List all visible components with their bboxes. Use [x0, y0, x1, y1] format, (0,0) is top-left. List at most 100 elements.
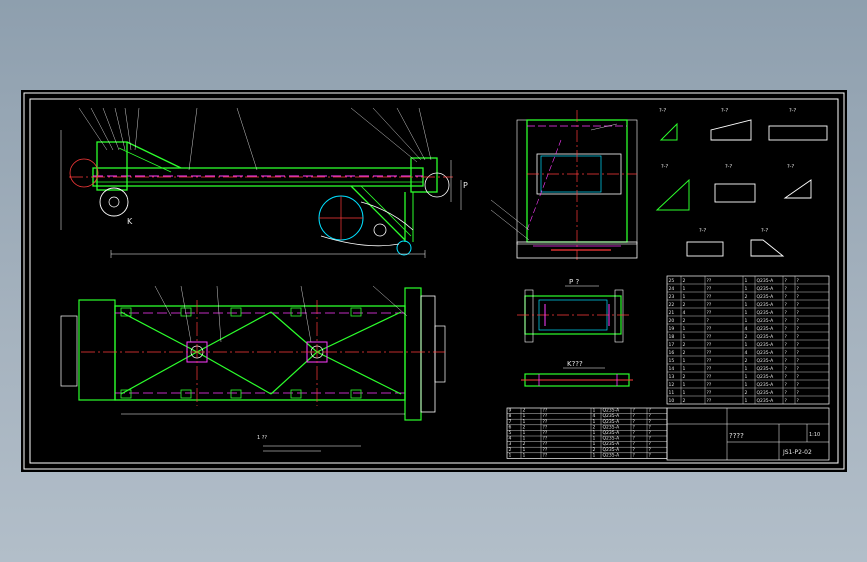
parts-table-cell: ?: [785, 318, 788, 324]
lower-table-cell: Q235-A: [603, 447, 621, 453]
parts-table-cell: Q235-A: [757, 334, 775, 340]
parts-table-cell: ?: [785, 334, 788, 340]
parts-table-cell: ??: [707, 358, 712, 364]
lower-table-cell: 1: [593, 419, 596, 425]
lower-table-cell: Q235-A: [603, 413, 621, 419]
view-p-label: P ?: [569, 278, 579, 286]
parts-table-cell: 2: [745, 334, 748, 340]
lower-table-cell: 2: [593, 447, 596, 453]
parts-table-cell: 1: [745, 398, 748, 404]
parts-table-cell: 14: [669, 366, 675, 372]
lower-table-cell: ?: [633, 441, 636, 447]
parts-table-cell: 19: [669, 326, 675, 332]
lower-table-cell: 1: [593, 408, 596, 414]
lower-table-cell: Q235-A: [603, 424, 621, 430]
parts-table-cell: ??: [707, 302, 712, 308]
cad-viewport[interactable]: K P 1 ?? P ? K??? ?-? ?-? ?-? ?-? ?-? ?-…: [21, 90, 847, 472]
parts-table-cell: ?: [785, 350, 788, 356]
parts-table-cell: 1: [745, 374, 748, 380]
side-view: [490, 110, 638, 260]
lower-table-cell: ??: [543, 441, 548, 447]
lower-table-cell: ??: [543, 408, 548, 414]
parts-table-cell: 2: [683, 350, 686, 356]
parts-table-cell: Q235-A: [757, 358, 775, 364]
parts-table-cell: Q235-A: [757, 382, 775, 388]
detail-label-2: ?-?: [721, 108, 728, 114]
parts-table-cell: 24: [669, 286, 675, 292]
parts-table-cell: ?: [797, 374, 800, 380]
parts-table-cell: 1: [683, 334, 686, 340]
lower-table-cell: Q235-A: [603, 430, 621, 436]
cad-drawing-canvas[interactable]: K P 1 ?? P ? K??? ?-? ?-? ?-? ?-? ?-? ?-…: [21, 90, 847, 472]
parts-table-cell: Q235-A: [757, 302, 775, 308]
lower-table-cell: ?: [649, 419, 652, 425]
parts-table-cell: ?: [785, 310, 788, 316]
view-p: P ?: [517, 278, 631, 343]
detail-label-4: ?-?: [661, 164, 668, 170]
detail-label-3: ?-?: [789, 108, 796, 114]
parts-table-cell: 4: [745, 326, 748, 332]
lower-table-cell: ?: [649, 430, 652, 436]
lower-table-cell: Q235-A: [603, 408, 621, 414]
parts-table-cell: Q235-A: [757, 310, 775, 316]
lower-table-cell: ?: [633, 447, 636, 453]
lower-table-cell: 1: [523, 430, 526, 436]
parts-list-table: 25 2?? 1 Q235-A? ?24 1?? 1 Q235-A? ?23 1?? 2 Q235-A…: [666, 275, 830, 405]
lower-table-cell: 6: [509, 424, 512, 430]
lower-table-cell: ?: [633, 436, 636, 442]
lower-table-cell: 2: [509, 447, 512, 453]
parts-table-cell: ??: [707, 310, 712, 316]
parts-table-cell: Q235-A: [757, 318, 775, 324]
parts-table-cell: ?: [785, 382, 788, 388]
parts-table-cell: ??: [707, 366, 712, 372]
lower-table-cell: ?: [633, 452, 636, 458]
parts-table-cell: ??: [707, 390, 712, 396]
parts-table-cell: ??: [707, 326, 712, 332]
lower-table-cell: 3: [509, 441, 512, 447]
parts-table-cell: 1: [683, 286, 686, 292]
detail-sections: ?-? ?-? ?-? ?-? ?-? ?-? ?-? ?-?: [655, 108, 828, 257]
lower-table-cell: ??: [543, 452, 548, 458]
parts-table-cell: 11: [669, 390, 675, 396]
parts-table-cell: 20: [669, 318, 675, 324]
lower-table-cell: ?: [633, 408, 636, 414]
parts-table-cell: 12: [669, 382, 675, 388]
parts-table-cell: ?: [797, 390, 800, 396]
parts-table-cell: 2: [745, 358, 748, 364]
parts-table-cell: ??: [707, 294, 712, 300]
parts-table-cell: ?: [785, 302, 788, 308]
drawing-number: JS1-P2-02: [782, 449, 812, 456]
parts-table-cell: 1: [745, 342, 748, 348]
parts-table-cell: 1: [745, 278, 748, 284]
lower-table-cell: 1: [593, 436, 596, 442]
parts-table-cell: ??: [707, 286, 712, 292]
parts-table-cell: ??: [707, 350, 712, 356]
parts-table-cell: ?: [785, 326, 788, 332]
lower-table-cell: ?: [633, 413, 636, 419]
detail-label-1: ?-?: [659, 108, 666, 114]
lower-table-cell: ?: [649, 436, 652, 442]
lower-table-cell: 1: [593, 430, 596, 436]
parts-table-cell: 2: [683, 398, 686, 404]
parts-table-cell: ?: [785, 366, 788, 372]
parts-table-cell: 16: [669, 350, 675, 356]
parts-table-cell: 1: [745, 382, 748, 388]
parts-table-cell: 1: [683, 366, 686, 372]
lower-table-frame: [506, 407, 668, 459]
lower-table-cell: ??: [543, 447, 548, 453]
lower-table-cell: ?: [633, 430, 636, 436]
parts-table-cell: ?: [797, 278, 800, 284]
sheet-title: ????: [729, 432, 744, 440]
parts-table-cell: 17: [669, 342, 675, 348]
parts-table-cell: ?: [785, 294, 788, 300]
lower-table-cell: ??: [543, 419, 548, 425]
lower-table-cell: 1: [509, 452, 512, 458]
parts-table-cell: 15: [669, 358, 675, 364]
lower-table-cell: 1: [523, 419, 526, 425]
parts-table-cell: Q235-A: [757, 294, 775, 300]
parts-table-cell: ?: [707, 318, 710, 324]
parts-table-cell: 18: [669, 334, 675, 340]
lower-table-cell: 2: [523, 441, 526, 447]
lower-table-cell: ??: [543, 430, 548, 436]
parts-table-cell: 1: [683, 294, 686, 300]
